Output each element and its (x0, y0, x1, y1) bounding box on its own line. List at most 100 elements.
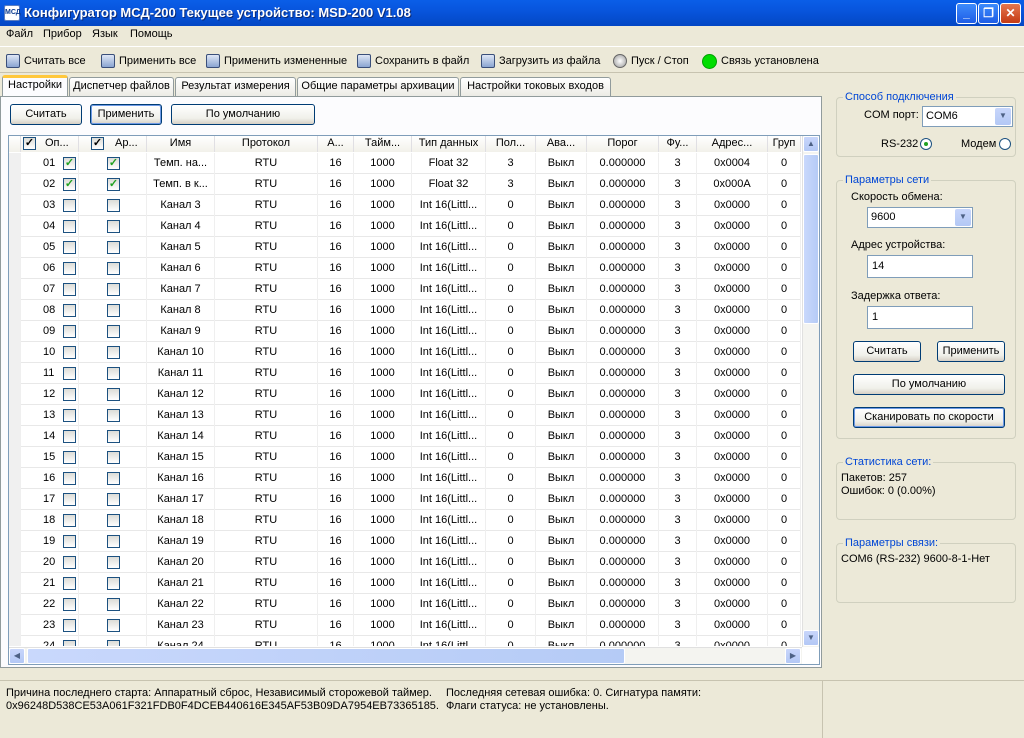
group-cell[interactable]: 0 (768, 468, 801, 489)
a-cell[interactable]: 16 (318, 342, 354, 363)
fu-cell[interactable]: 3 (659, 552, 697, 573)
row-selector[interactable] (9, 237, 21, 258)
op-checkbox[interactable] (63, 640, 76, 646)
pol-cell[interactable]: 0 (486, 489, 536, 510)
protocol-cell[interactable]: RTU (215, 405, 318, 426)
name-cell[interactable]: Канал 12 (147, 384, 215, 405)
address-cell[interactable]: 0x0000 (697, 510, 768, 531)
threshold-cell[interactable]: 0.000000 (587, 405, 659, 426)
row-selector[interactable] (9, 174, 21, 195)
ava-cell[interactable]: Выкл (536, 573, 587, 594)
timeout-cell[interactable]: 1000 (354, 531, 412, 552)
tab-archive-params[interactable]: Общие параметры архивации (297, 77, 459, 96)
minimize-icon[interactable]: _ (956, 3, 977, 24)
op-checkbox[interactable] (63, 304, 76, 317)
protocol-cell[interactable]: RTU (215, 237, 318, 258)
row-selector[interactable] (9, 216, 21, 237)
group-cell[interactable]: 0 (768, 615, 801, 636)
row-selector[interactable] (9, 594, 21, 615)
protocol-cell[interactable]: RTU (215, 447, 318, 468)
pol-cell[interactable]: 0 (486, 300, 536, 321)
ar-checkbox[interactable] (107, 451, 120, 464)
name-cell[interactable]: Канал 4 (147, 216, 215, 237)
group-cell[interactable]: 0 (768, 342, 801, 363)
op-checkbox[interactable] (63, 325, 76, 338)
ar-checkbox[interactable] (107, 619, 120, 632)
delay-input[interactable]: 1 (867, 306, 973, 329)
fu-cell[interactable]: 3 (659, 258, 697, 279)
a-cell[interactable]: 16 (318, 447, 354, 468)
a-cell[interactable]: 16 (318, 426, 354, 447)
ar-checkbox[interactable] (107, 346, 120, 359)
op-checkbox[interactable]: ✓ (63, 178, 76, 191)
protocol-cell[interactable]: RTU (215, 615, 318, 636)
ava-cell[interactable]: Выкл (536, 552, 587, 573)
header-threshold[interactable]: Порог (587, 136, 659, 152)
ar-checkbox[interactable] (107, 535, 120, 548)
ava-cell[interactable]: Выкл (536, 510, 587, 531)
ar-checkbox[interactable] (107, 598, 120, 611)
fu-cell[interactable]: 3 (659, 321, 697, 342)
horizontal-scroll-thumb[interactable] (27, 648, 625, 664)
threshold-cell[interactable]: 0.000000 (587, 615, 659, 636)
data-type-cell[interactable]: Int 16(Littl... (412, 426, 486, 447)
data-type-cell[interactable]: Float 32 (412, 174, 486, 195)
data-type-cell[interactable]: Int 16(Littl... (412, 300, 486, 321)
fu-cell[interactable]: 3 (659, 510, 697, 531)
fu-cell[interactable]: 3 (659, 384, 697, 405)
menu-language[interactable]: Язык (92, 28, 118, 40)
timeout-cell[interactable]: 1000 (354, 174, 412, 195)
group-cell[interactable]: 0 (768, 384, 801, 405)
name-cell[interactable]: Канал 5 (147, 237, 215, 258)
table-row[interactable]: 07 Канал 7 RTU 16 1000 Int 16(Littl... 0 Выкл 0.… (9, 279, 801, 300)
ava-cell[interactable]: Выкл (536, 447, 587, 468)
com-port-select[interactable]: COM6 ▼ (922, 106, 1013, 127)
ava-cell[interactable]: Выкл (536, 594, 587, 615)
row-selector[interactable] (9, 615, 21, 636)
group-cell[interactable]: 0 (768, 195, 801, 216)
header-fu[interactable]: Фу... (659, 136, 697, 152)
threshold-cell[interactable]: 0.000000 (587, 342, 659, 363)
name-cell[interactable]: Канал 11 (147, 363, 215, 384)
name-cell[interactable]: Канал 21 (147, 573, 215, 594)
horizontal-scrollbar[interactable]: ◀ ▶ (9, 647, 802, 664)
data-type-cell[interactable]: Int 16(Littl... (412, 195, 486, 216)
ar-checkbox[interactable] (107, 283, 120, 296)
row-selector[interactable] (9, 258, 21, 279)
timeout-cell[interactable]: 1000 (354, 153, 412, 174)
address-cell[interactable]: 0x0000 (697, 594, 768, 615)
fu-cell[interactable]: 3 (659, 594, 697, 615)
ava-cell[interactable]: Выкл (536, 216, 587, 237)
pol-cell[interactable]: 0 (486, 321, 536, 342)
name-cell[interactable]: Канал 15 (147, 447, 215, 468)
header-group[interactable]: Груп (768, 136, 801, 152)
group-cell[interactable]: 0 (768, 531, 801, 552)
timeout-cell[interactable]: 1000 (354, 573, 412, 594)
pol-cell[interactable]: 0 (486, 258, 536, 279)
header-ar[interactable]: ✓ Ар... (79, 136, 147, 152)
timeout-cell[interactable]: 1000 (354, 405, 412, 426)
timeout-cell[interactable]: 1000 (354, 363, 412, 384)
threshold-cell[interactable]: 0.000000 (587, 489, 659, 510)
threshold-cell[interactable]: 0.000000 (587, 279, 659, 300)
scroll-right-icon[interactable]: ▶ (785, 648, 801, 664)
table-row[interactable]: 15 Канал 15 RTU 16 1000 Int 16(Littl... 0 Выкл 0… (9, 447, 801, 468)
timeout-cell[interactable]: 1000 (354, 615, 412, 636)
pol-cell[interactable]: 3 (486, 153, 536, 174)
close-icon[interactable]: ✕ (1000, 3, 1021, 24)
timeout-cell[interactable]: 1000 (354, 594, 412, 615)
fu-cell[interactable]: 3 (659, 300, 697, 321)
data-type-cell[interactable]: Int 16(Littl... (412, 468, 486, 489)
name-cell[interactable]: Канал 8 (147, 300, 215, 321)
ava-cell[interactable]: Выкл (536, 342, 587, 363)
group-cell[interactable]: 0 (768, 363, 801, 384)
data-type-cell[interactable]: Float 32 (412, 153, 486, 174)
row-selector[interactable] (9, 384, 21, 405)
threshold-cell[interactable]: 0.000000 (587, 510, 659, 531)
table-row[interactable]: 17 Канал 17 RTU 16 1000 Int 16(Littl... 0 Выкл 0… (9, 489, 801, 510)
address-cell[interactable]: 0x0000 (697, 489, 768, 510)
threshold-cell[interactable]: 0.000000 (587, 237, 659, 258)
pol-cell[interactable]: 0 (486, 195, 536, 216)
op-checkbox[interactable]: ✓ (63, 157, 76, 170)
name-cell[interactable]: Канал 24 (147, 636, 215, 646)
